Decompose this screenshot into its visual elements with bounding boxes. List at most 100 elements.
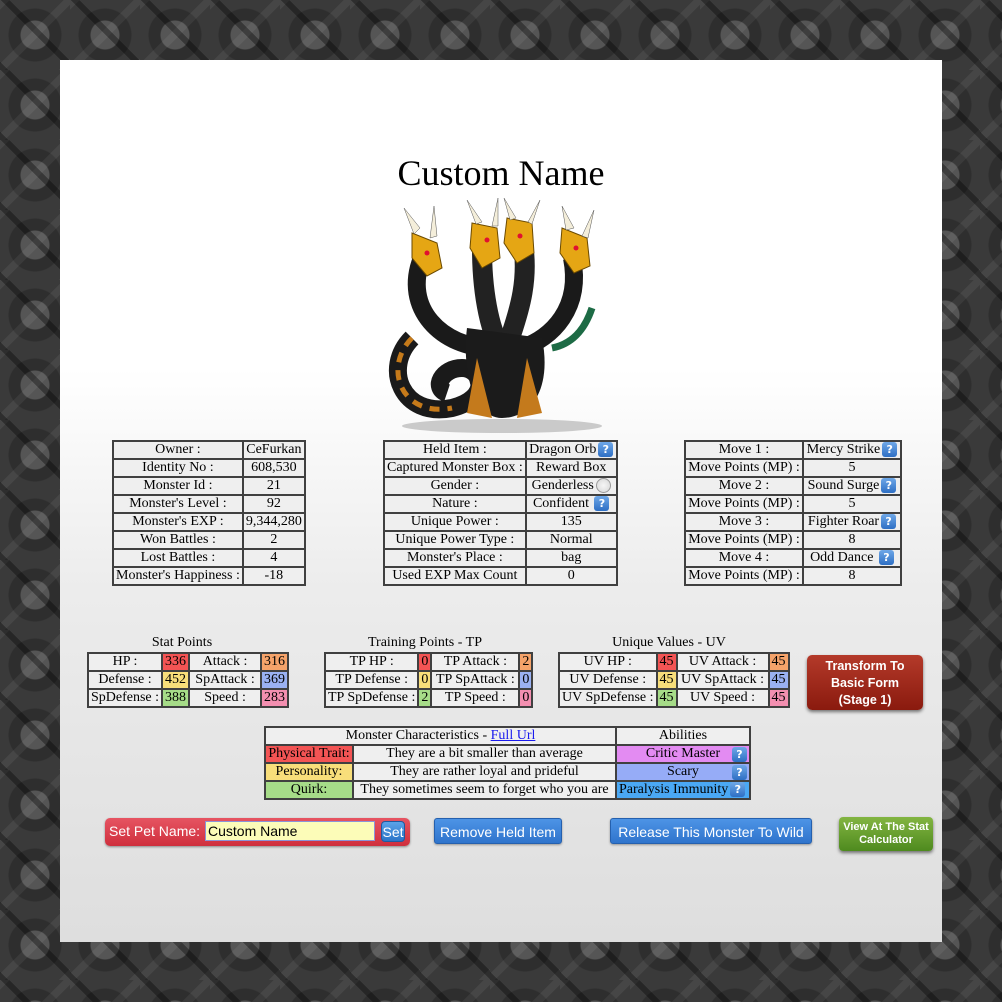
table-row: SpDefense : 388 Speed : 283 [86,688,290,708]
table-row: Move 2 : Sound Surge? [684,476,902,496]
set-pet-name-button[interactable]: Set [381,821,405,842]
help-icon[interactable]: ? [730,782,746,798]
personality-value: They are rather loyal and prideful [352,762,617,782]
uv-spattack-value: 45 [767,670,790,690]
help-icon[interactable]: ? [732,747,747,762]
table-row: Monster's EXP :9,344,280 [112,512,306,532]
table-row: Won Battles :2 [112,530,306,550]
transform-button-line3: (Stage 1) [838,693,892,707]
help-icon[interactable]: ? [732,765,747,780]
attack-value: 316 [260,652,290,672]
table-row: Move Points (MP) :5 [684,458,902,478]
captured-box-label: Captured Monster Box : [383,458,527,478]
transform-button-line2: Basic Form [830,676,900,690]
defense-value: 452 [161,670,191,690]
tp-defense-value: 0 [417,670,433,690]
move-4-mp-label: Move Points (MP) : [684,566,804,586]
remove-held-item-button[interactable]: Remove Held Item [434,818,562,844]
ability-3-cell: Paralysis Immunity? [615,780,751,800]
quirk-value: They sometimes seem to forget who you ar… [352,780,617,800]
owner-value[interactable]: CeFurkan [241,440,306,460]
gender-cell: Genderless [524,476,618,496]
move-2-label: Move 2 : [684,476,804,496]
monster-place-value: bag [524,548,618,568]
uv-speed-label: UV Speed : [675,688,770,708]
moves-table: Move 1 : Mercy Strike? Move Points (MP) :… [684,440,902,586]
table-row: Move Points (MP) :8 [684,530,902,550]
table-row: Unique Power :135 [383,512,618,532]
full-url-link[interactable]: Full Url [491,728,536,743]
personality-label: Personality: [264,762,354,782]
help-icon[interactable]: ? [882,442,898,458]
characteristics-header: Monster Characteristics - Full Url [264,726,617,746]
move-2-value: Sound Surge [807,478,880,493]
table-row: Monster's Level :92 [112,494,306,514]
table-row: Lost Battles :4 [112,548,306,568]
ability-1-cell: Critic Master? [615,744,751,764]
table-row: Physical Trait: They are a bit smaller t… [264,744,751,764]
release-monster-button[interactable]: Release This Monster To Wild [610,818,812,844]
spattack-label: SpAttack : [188,670,263,690]
view-stat-calculator-button[interactable]: View At The Stat Calculator [839,817,933,851]
table-row: Personality: They are rather loyal and p… [264,762,751,782]
held-item-label: Held Item : [383,440,527,460]
move-3-cell: Fighter Roar? [802,512,902,532]
help-icon[interactable]: ? [881,478,897,494]
move-3-mp-value: 8 [802,530,902,550]
physical-trait-label: Physical Trait: [264,744,354,764]
happiness-value: -18 [241,566,306,586]
gender-value: Genderless [531,478,594,493]
monster-place-label: Monster's Place : [383,548,527,568]
monster-image [388,198,602,433]
training-points-caption: Training Points - TP [368,635,482,650]
speed-label: Speed : [188,688,263,708]
monster-name-title: Custom Name [397,153,605,193]
transform-to-basic-form-button[interactable]: Transform To Basic Form (Stage 1) [807,655,923,710]
table-row: TP HP : 0 TP Attack : 2 [323,652,534,672]
table-row: Move 4 : Odd Dance ? [684,548,902,568]
uv-spdefense-value: 45 [655,688,678,708]
used-exp-max-label: Used EXP Max Count [383,566,527,586]
move-2-mp-value: 5 [802,494,902,514]
table-row: Monster Characteristics - Full Url Abili… [264,726,751,746]
move-1-mp-label: Move Points (MP) : [684,458,804,478]
monster-profile-panel: Custom Name Owner : CeFurkan Identity No… [60,60,942,942]
move-2-mp-label: Move Points (MP) : [684,494,804,514]
captured-box-value: Reward Box [524,458,618,478]
table-row: Monster Id :21 [112,476,306,496]
move-4-label: Move 4 : [684,548,804,568]
monster-info-table: Owner : CeFurkan Identity No :608,530 Mon… [112,440,306,586]
move-4-value: Odd Dance [810,550,874,565]
spdefense-value: 388 [161,688,191,708]
table-row: UV Defense : 45 UV SpAttack : 45 [558,670,790,690]
ability-2-value: Scary [667,764,699,779]
ability-3-value: Paralysis Immunity [619,782,729,797]
uv-defense-value: 45 [655,670,678,690]
tp-attack-value: 2 [518,652,534,672]
help-icon[interactable]: ? [594,496,610,512]
pet-name-input[interactable] [205,821,375,841]
uv-defense-label: UV Defense : [558,670,658,690]
uv-spdefense-label: UV SpDefense : [558,688,658,708]
stat-calc-line2: Calculator [859,834,913,846]
help-icon[interactable]: ? [878,550,894,566]
hp-value: 336 [161,652,191,672]
help-icon[interactable]: ? [598,442,614,458]
uv-attack-value: 45 [767,652,790,672]
tp-attack-label: TP Attack : [430,652,521,672]
table-row: Monster's Place : bag [383,548,618,568]
physical-trait-value: They are a bit smaller than average [352,744,617,764]
attack-label: Attack : [188,652,263,672]
won-battles-label: Won Battles : [112,530,244,550]
table-row: TP SpDefense : 2 TP Speed : 0 [323,688,534,708]
uv-hp-value: 45 [655,652,678,672]
spdefense-label: SpDefense : [86,688,164,708]
monster-id-value: 21 [241,476,306,496]
help-icon[interactable]: ? [881,514,897,530]
tp-spattack-value: 0 [518,670,534,690]
gender-radio-icon [595,478,611,494]
abilities-header: Abilities [615,726,751,746]
won-battles-value: 2 [241,530,306,550]
hp-label: HP : [86,652,164,672]
nature-value: Confident [532,496,589,511]
